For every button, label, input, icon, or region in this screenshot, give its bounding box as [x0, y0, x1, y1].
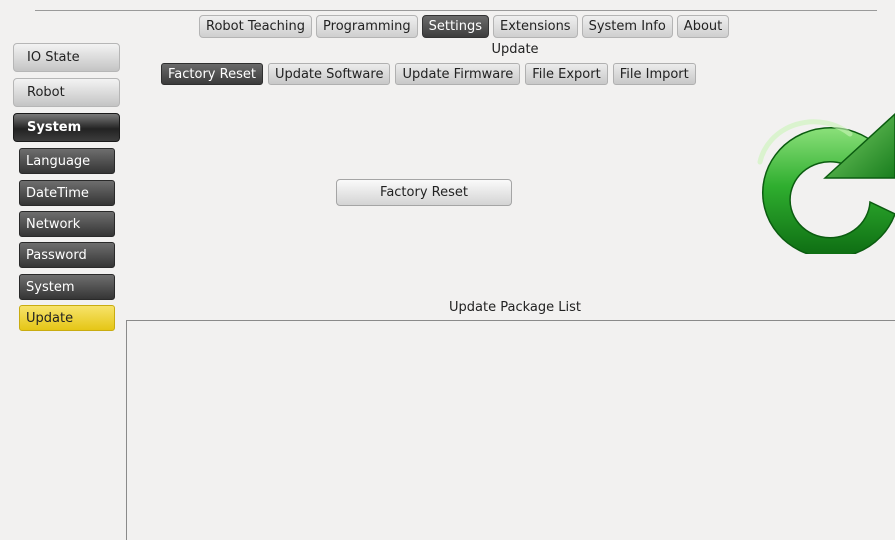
tab-extensions[interactable]: Extensions: [492, 15, 578, 38]
update-package-list-title: Update Package List: [449, 300, 581, 315]
factory-reset-button[interactable]: Factory Reset: [336, 179, 512, 206]
update-package-list[interactable]: [126, 320, 895, 540]
sidebar-item-io-state[interactable]: IO State: [13, 43, 120, 72]
top-divider: [35, 10, 877, 11]
subtab-update-firmware[interactable]: Update Firmware: [395, 63, 521, 85]
section-title: Update: [491, 42, 539, 57]
sidebar-subitem-update[interactable]: Update: [19, 305, 115, 331]
refresh-arrow-icon: [730, 104, 895, 254]
tab-system-info[interactable]: System Info: [581, 15, 673, 38]
sidebar-subitem-system[interactable]: System: [19, 274, 115, 300]
tab-about[interactable]: About: [676, 15, 730, 38]
sidebar-subitem-datetime[interactable]: DateTime: [19, 180, 115, 206]
tab-robot-teaching[interactable]: Robot Teaching: [199, 15, 313, 38]
sidebar-item-system[interactable]: System: [13, 113, 120, 142]
subtab-update-software[interactable]: Update Software: [267, 63, 391, 85]
tab-programming[interactable]: Programming: [316, 15, 418, 38]
top-nav: Robot Teaching Programming Settings Exte…: [199, 15, 730, 38]
sidebar-subitem-password[interactable]: Password: [19, 242, 115, 268]
subtab-file-import[interactable]: File Import: [612, 63, 696, 85]
sub-nav: Factory Reset Update Software Update Fir…: [161, 63, 696, 85]
sidebar-subitem-network[interactable]: Network: [19, 211, 115, 237]
subtab-factory-reset[interactable]: Factory Reset: [161, 63, 263, 85]
sidebar-subitem-language[interactable]: Language: [19, 148, 115, 174]
subtab-file-export[interactable]: File Export: [525, 63, 608, 85]
tab-settings[interactable]: Settings: [421, 15, 489, 38]
sidebar-item-robot[interactable]: Robot: [13, 78, 120, 107]
